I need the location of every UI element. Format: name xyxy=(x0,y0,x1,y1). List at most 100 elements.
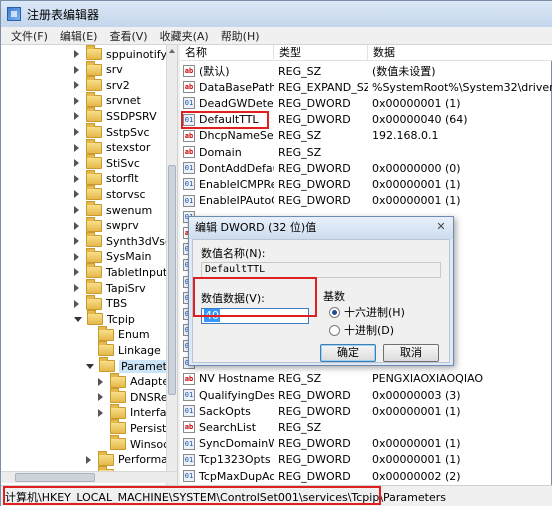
value-row[interactable]: 01 TcpMaxDupAc... REG_DWORD 0x00000002 (2) xyxy=(180,468,552,484)
tree-item[interactable]: DNSRe xyxy=(98,388,166,405)
collapsed-arrow-icon[interactable] xyxy=(74,65,79,74)
collapsed-arrow-icon[interactable] xyxy=(74,206,79,214)
menu-help[interactable]: 帮助(H) xyxy=(215,28,266,44)
value-row[interactable]: 01 SackOpts REG_DWORD 0x00000001 (1) xyxy=(180,403,552,419)
collapsed-arrow-icon[interactable] xyxy=(74,237,79,246)
column-header-data[interactable]: 数据 xyxy=(368,45,552,61)
value-row[interactable]: 01 DontAddDefau... REG_DWORD 0x00000000 (0) xyxy=(180,160,552,176)
menu-file[interactable]: 文件(F) xyxy=(5,28,54,44)
tree-item[interactable]: Interfa xyxy=(98,403,166,421)
tree-item[interactable]: Tcpip xyxy=(74,310,135,327)
value-row[interactable]: ab DhcpNameSer... REG_SZ 192.168.0.1 xyxy=(180,128,552,144)
tree-item[interactable]: Enum xyxy=(86,325,150,343)
menu-favorites[interactable]: 收藏夹(A) xyxy=(154,28,215,44)
tree-item[interactable]: SSDPSRV xyxy=(74,107,157,124)
tree-item[interactable]: srvnet xyxy=(74,91,141,109)
folder-icon xyxy=(86,216,102,232)
tree-item[interactable]: SstpSvc xyxy=(74,123,150,140)
value-row[interactable]: ab (默认) REG_SZ (数值未设置) xyxy=(180,63,552,79)
collapsed-arrow-icon[interactable] xyxy=(74,81,79,90)
tree-item[interactable]: TapiSrv xyxy=(74,279,146,296)
collapsed-arrow-icon[interactable] xyxy=(98,377,103,386)
value-name: DeadGWDetec... xyxy=(199,96,274,110)
collapsed-arrow-icon[interactable] xyxy=(74,284,79,292)
dialog-title: 编辑 DWORD (32 位)值 xyxy=(189,217,453,239)
tree-item[interactable]: swenum xyxy=(74,201,152,218)
data-highlight-box xyxy=(193,277,317,317)
tree-horizontal-scrollbar[interactable] xyxy=(1,471,177,483)
tree-item-label: swprv xyxy=(106,219,139,233)
tree-scroll-thumb[interactable] xyxy=(168,165,176,395)
menu-edit[interactable]: 编辑(E) xyxy=(54,28,104,44)
tree-item[interactable]: SysMain xyxy=(74,247,151,265)
collapsed-arrow-icon[interactable] xyxy=(98,393,103,402)
collapsed-arrow-icon[interactable] xyxy=(74,50,79,58)
tree-item[interactable]: Persist xyxy=(98,419,166,436)
tree-vertical-scrollbar[interactable] xyxy=(166,45,177,485)
tree-item[interactable]: srv2 xyxy=(74,76,130,93)
collapsed-arrow-icon[interactable] xyxy=(98,408,103,417)
expanded-arrow-icon[interactable] xyxy=(74,316,82,322)
radio-decimal[interactable]: 十进制(D) xyxy=(329,322,394,338)
value-row[interactable]: ab Domain REG_SZ xyxy=(180,144,552,160)
value-name: SackOpts xyxy=(199,404,251,418)
tree-item[interactable]: TBS xyxy=(74,294,127,312)
tree-item[interactable]: Parameters xyxy=(86,357,166,374)
collapsed-arrow-icon[interactable] xyxy=(74,143,79,152)
expanded-arrow-icon[interactable] xyxy=(86,363,94,369)
tree-item[interactable]: Linkage xyxy=(86,341,161,358)
collapsed-arrow-icon[interactable] xyxy=(74,268,79,277)
tree-item[interactable]: Performar xyxy=(86,450,166,468)
value-row[interactable]: 01 Tcp1323Opts REG_DWORD 0x00000001 (1) xyxy=(180,452,552,468)
tree-item[interactable]: sppuinotify xyxy=(74,45,166,62)
collapsed-arrow-icon[interactable] xyxy=(74,252,79,261)
value-row[interactable]: 01 SyncDomainWi... REG_DWORD 0x00000001 (1) xyxy=(180,436,552,452)
window-title: 注册表编辑器 xyxy=(27,7,100,22)
collapsed-arrow-icon[interactable] xyxy=(86,455,91,464)
column-header-name[interactable]: 名称 xyxy=(180,45,274,61)
binary-value-icon: 01 xyxy=(183,97,195,110)
collapsed-arrow-icon[interactable] xyxy=(74,128,79,136)
collapsed-arrow-icon[interactable] xyxy=(74,159,79,168)
ok-button[interactable]: 确定 xyxy=(320,344,376,362)
tree-item[interactable]: storflt xyxy=(74,169,139,187)
collapsed-arrow-icon[interactable] xyxy=(74,96,79,105)
value-row[interactable]: 01 EnableIPAutoC... REG_DWORD 0x00000001 (1… xyxy=(180,193,552,209)
registry-tree[interactable]: sppuinotify srv srv2 srvnet SSDPSRV SstpSvc st… xyxy=(1,45,166,485)
tree-item[interactable]: Adapte xyxy=(98,372,166,390)
string-value-icon: ab xyxy=(183,372,195,385)
tree-item[interactable]: srv xyxy=(74,60,123,78)
value-row[interactable]: 01 EnableICMPRe... REG_DWORD 0x00000001 (1) xyxy=(180,176,552,192)
close-icon[interactable]: ✕ xyxy=(435,221,447,233)
folder-icon xyxy=(87,310,103,326)
tree-item[interactable]: swprv xyxy=(74,216,139,234)
collapsed-arrow-icon[interactable] xyxy=(74,299,79,308)
collapsed-arrow-icon[interactable] xyxy=(74,221,79,230)
collapsed-arrow-icon[interactable] xyxy=(74,174,79,183)
column-header-type[interactable]: 类型 xyxy=(274,45,368,61)
tree-item[interactable]: StiSvc xyxy=(74,154,140,171)
tree-item[interactable]: TabletInputSe xyxy=(74,263,166,280)
tree-item[interactable]: stexstor xyxy=(74,138,150,156)
value-name: SyncDomainWi... xyxy=(199,437,274,451)
collapsed-arrow-icon[interactable] xyxy=(74,112,79,121)
menu-view[interactable]: 查看(V) xyxy=(103,28,153,44)
value-type: REG_SZ xyxy=(278,420,322,434)
value-row[interactable]: 01 QualifyingDesti... REG_DWORD 0x00000003 … xyxy=(180,387,552,403)
tree-item[interactable]: Synth3dVsc xyxy=(74,232,166,249)
tree-hscroll-thumb[interactable] xyxy=(15,473,95,482)
binary-value-icon: 01 xyxy=(183,437,195,450)
tree-item[interactable]: storvsc xyxy=(74,185,146,202)
folder-icon xyxy=(86,294,102,310)
cancel-button[interactable]: 取消 xyxy=(383,344,439,362)
radio-hexadecimal[interactable]: 十六进制(H) xyxy=(329,304,405,320)
value-row[interactable]: ab NV Hostname REG_SZ PENGXIAOXIAOQIAO xyxy=(180,371,552,387)
collapsed-arrow-icon[interactable] xyxy=(74,190,79,199)
value-row[interactable]: ab SearchList REG_SZ xyxy=(180,419,552,435)
value-row[interactable]: 01 DeadGWDetec... REG_DWORD 0x00000001 (1) xyxy=(180,95,552,111)
tree-item[interactable]: Winsoc xyxy=(98,435,166,452)
scroll-up-arrow-icon[interactable] xyxy=(169,49,175,53)
value-row[interactable]: ab DataBasePath REG_EXPAND_SZ %SystemRoot%\… xyxy=(180,79,552,95)
value-name-cell: 01 DeadGWDetec... xyxy=(180,97,274,110)
